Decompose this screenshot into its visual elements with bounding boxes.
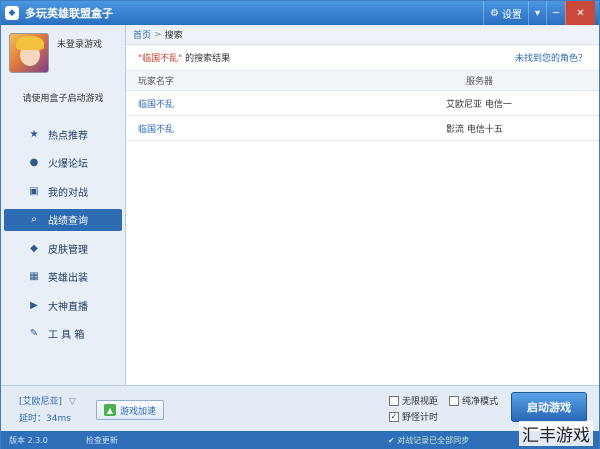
region-selector[interactable]: [艾欧尼亚] ▽ xyxy=(19,394,76,407)
avatar[interactable] xyxy=(9,33,49,73)
settings-button[interactable]: ⚙ 设置 xyxy=(482,1,528,25)
launch-game-button[interactable]: 启动游戏 xyxy=(511,392,587,422)
wrench-icon: ✎ xyxy=(29,328,39,339)
sidebar-item-label: 皮肤管理 xyxy=(48,244,88,256)
jungle-timer-checkbox[interactable]: ✓ 野怪计时 xyxy=(389,410,438,423)
titlebar: ◆ 多玩英雄联盟盒子 ⚙ 设置 ▾ ─ ✕ xyxy=(1,1,599,25)
watermark: 汇丰游戏 xyxy=(519,421,593,446)
player-name[interactable]: 临国不乱 xyxy=(126,97,436,110)
breadcrumb-home[interactable]: 首页 xyxy=(133,28,151,41)
bottom-toolbar: [艾欧尼亚] ▽ 延时：34ms ▲ 游戏加速 无限视距 纯净模式 ✓ 野怪计时… xyxy=(1,385,599,431)
breadcrumb-current: 搜索 xyxy=(164,31,183,41)
accelerate-icon: ▲ xyxy=(103,404,116,416)
app-window: ◆ 多玩英雄联盟盒子 ⚙ 设置 ▾ ─ ✕ 未登录游戏 请使用盒子启动游戏 ★ … xyxy=(0,0,600,449)
not-found-link[interactable]: 未找到您的角色？ xyxy=(515,51,587,64)
breadcrumb: 首页 > 搜索 xyxy=(126,25,599,45)
game-accelerate-button[interactable]: ▲ 游戏加速 xyxy=(96,400,164,420)
player-name[interactable]: 临国不乱 xyxy=(126,122,436,135)
star-icon: ★ xyxy=(29,128,39,140)
sidebar-item-label: 我的对战 xyxy=(48,187,88,199)
profile-hint: 请使用盒子启动游戏 xyxy=(22,94,104,104)
sidebar-item-label: 热点推荐 xyxy=(48,130,88,142)
sidebar-item-record-search[interactable]: ⌕ 战绩查询 xyxy=(4,208,122,231)
sidebar-nav: ★ 热点推荐 ● 火爆论坛 ▣ 我的对战 ⌕ 战绩查询 ◆ 皮肤管理 ▦ 英雄出… xyxy=(1,123,125,345)
table-header: 玩家名字 服务器 xyxy=(126,71,599,91)
sidebar-item-builds[interactable]: ▦ 英雄出装 xyxy=(4,266,122,288)
checkbox-box[interactable]: ✓ xyxy=(389,411,399,422)
sidebar-item-label: 火爆论坛 xyxy=(48,159,88,170)
search-query: "临国不乱" xyxy=(138,54,183,64)
search-icon: ⌕ xyxy=(31,214,37,225)
sidebar-item-my-battles[interactable]: ▣ 我的对战 xyxy=(4,180,122,202)
pure-mode-checkbox[interactable]: 纯净模式 xyxy=(449,394,498,407)
status-bar: 版本 2.3.0 检查更新 ✔ 对战记录已全部同步 xyxy=(1,431,599,449)
skin-icon: ◆ xyxy=(30,242,38,254)
search-result-suffix: 的搜索结果 xyxy=(185,54,231,64)
column-header-server: 服务器 xyxy=(466,77,494,87)
column-header-player: 玩家名字 xyxy=(138,77,175,87)
sidebar-item-label: 战绩查询 xyxy=(48,216,88,227)
dropdown-button[interactable]: ▾ xyxy=(527,1,546,25)
play-icon: ▶ xyxy=(30,299,38,311)
app-logo-icon: ◆ xyxy=(5,6,19,20)
search-result-header: "临国不乱" 的搜索结果 未找到您的角色？ xyxy=(126,45,599,71)
breadcrumb-separator: > xyxy=(154,29,162,40)
equipment-icon: ▦ xyxy=(29,271,39,282)
sidebar: 未登录游戏 请使用盒子启动游戏 ★ 热点推荐 ● 火爆论坛 ▣ 我的对战 ⌕ 战… xyxy=(1,25,126,385)
main-panel: 首页 > 搜索 "临国不乱" 的搜索结果 未找到您的角色？ 玩家名字 服务器 临… xyxy=(126,25,599,385)
table-row[interactable]: 临国不乱 影流 电信十五 xyxy=(126,116,599,141)
region-label: [艾欧尼亚] xyxy=(19,397,63,407)
sidebar-item-label: 大神直播 xyxy=(48,301,88,313)
window-title: 多玩英雄联盟盒子 xyxy=(25,7,113,20)
close-button[interactable]: ✕ xyxy=(565,1,595,25)
check-update-link[interactable]: 检查更新 xyxy=(86,435,118,446)
sidebar-item-hot[interactable]: ★ 热点推荐 xyxy=(4,123,122,145)
gear-icon: ⚙ xyxy=(489,7,499,19)
sidebar-item-toolbox[interactable]: ✎ 工 具 箱 xyxy=(4,323,122,345)
server-name: 艾欧尼亚 电信一 xyxy=(446,99,512,110)
minimize-button[interactable]: ─ xyxy=(545,1,565,25)
chevron-down-icon: ▽ xyxy=(68,397,76,407)
search-result-title: "临国不乱" 的搜索结果 xyxy=(138,51,230,64)
sidebar-item-live[interactable]: ▶ 大神直播 xyxy=(4,294,122,316)
version-label: 版本 2.3.0 xyxy=(9,435,48,445)
checkbox-box[interactable] xyxy=(449,395,459,406)
ping-label: 延时：34ms xyxy=(19,414,71,424)
checkbox-box[interactable] xyxy=(389,395,399,406)
check-circle-icon: ✔ xyxy=(387,435,395,445)
sidebar-item-label: 英雄出装 xyxy=(48,273,88,284)
login-status: 未登录游戏 xyxy=(57,40,103,50)
profile-panel: 未登录游戏 请使用盒子启动游戏 xyxy=(1,25,125,131)
sync-status: ✔ 对战记录已全部同步 xyxy=(387,435,470,445)
chat-icon: ● xyxy=(29,157,39,168)
battle-icon: ▣ xyxy=(29,185,39,197)
unlimited-view-checkbox[interactable]: 无限视距 xyxy=(389,394,438,407)
sidebar-item-label: 工 具 箱 xyxy=(48,330,85,341)
table-row[interactable]: 临国不乱 艾欧尼亚 电信一 xyxy=(126,91,599,116)
chevron-down-icon: ▾ xyxy=(534,7,540,19)
server-name: 影流 电信十五 xyxy=(446,124,503,135)
sidebar-item-forum[interactable]: ● 火爆论坛 xyxy=(4,152,122,174)
sidebar-item-skins[interactable]: ◆ 皮肤管理 xyxy=(4,237,122,259)
